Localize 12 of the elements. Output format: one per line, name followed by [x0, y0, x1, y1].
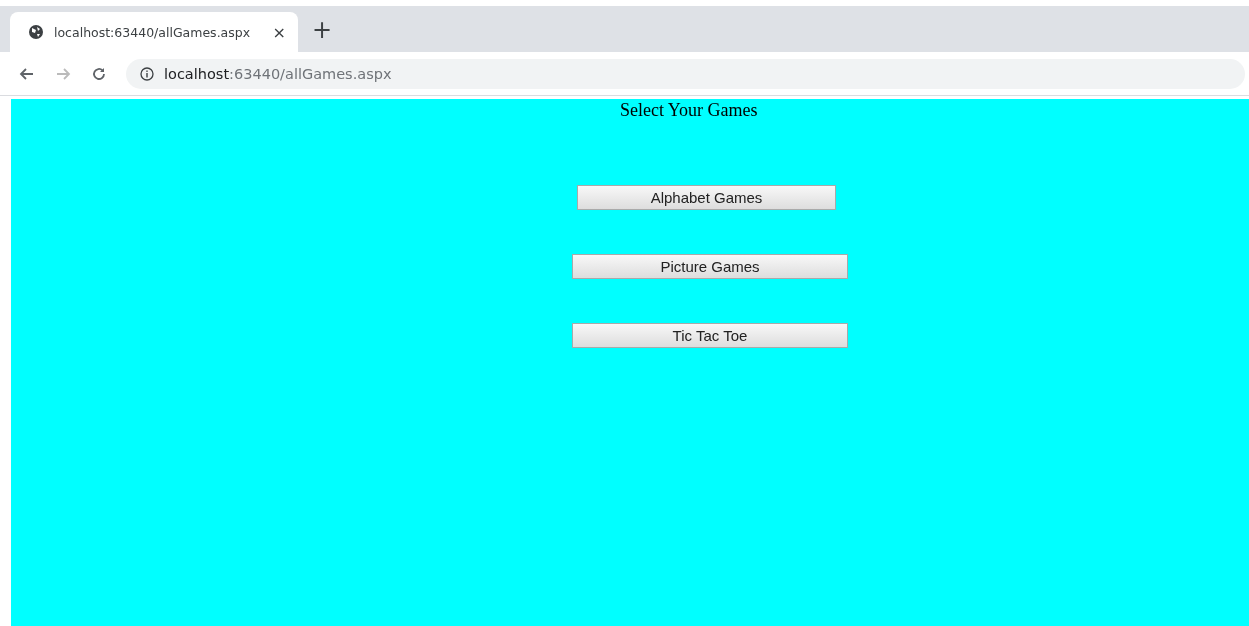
- address-bar[interactable]: localhost:63440/allGames.aspx: [126, 58, 1245, 89]
- globe-icon: [28, 24, 44, 40]
- url-text: localhost:63440/allGames.aspx: [164, 65, 392, 82]
- new-tab-button[interactable]: +: [312, 12, 333, 52]
- game-button[interactable]: Tic Tac Toe: [572, 323, 848, 348]
- browser-tab[interactable]: localhost:63440/allGames.aspx ×: [10, 12, 298, 52]
- info-icon: [140, 66, 154, 81]
- game-button[interactable]: Picture Games: [572, 254, 848, 279]
- tab-title: localhost:63440/allGames.aspx: [54, 24, 252, 40]
- page-heading: Select Your Games: [620, 100, 758, 121]
- close-tab-button[interactable]: ×: [272, 22, 286, 42]
- game-button[interactable]: Alphabet Games: [577, 185, 836, 210]
